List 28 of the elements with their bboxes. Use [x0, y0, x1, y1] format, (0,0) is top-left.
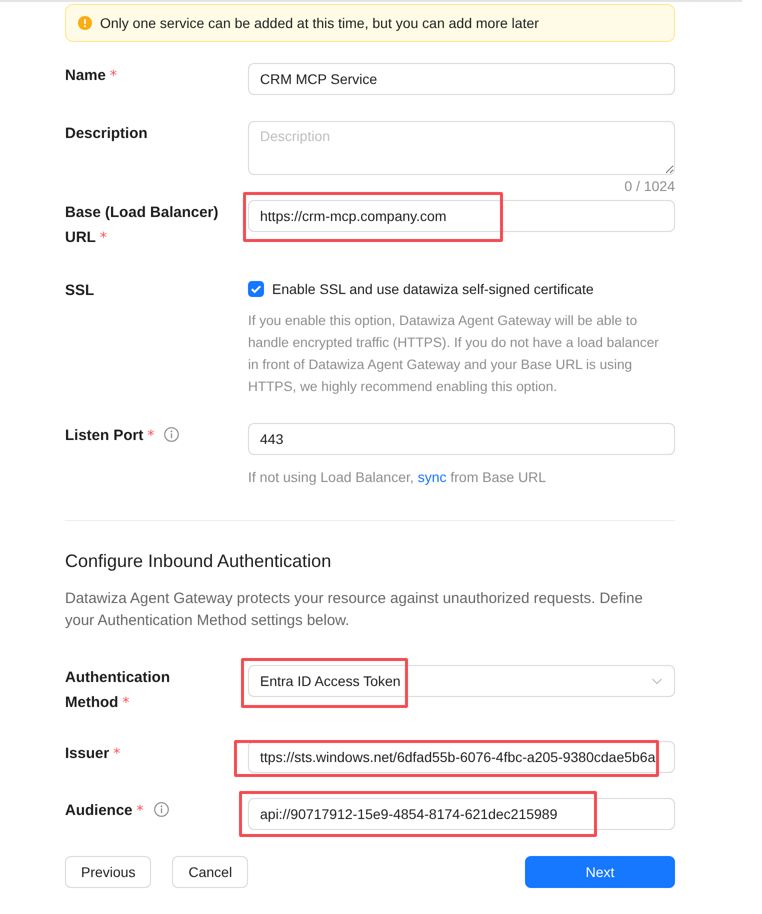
help-text: If not using Load Balancer, sync from Base URL [248, 468, 548, 487]
text-input[interactable]: 443 [248, 423, 675, 455]
text-input[interactable]: ttps://sts.windows.net/6dfad55b-6076-4fbc-a205-9380cdae5b6a [248, 741, 675, 773]
next-button[interactable]: Next [525, 856, 675, 888]
warning-icon [78, 16, 92, 30]
field-label: Listen Port * [65, 427, 154, 444]
text-input[interactable]: CRM MCP Service [248, 63, 675, 95]
text-area[interactable]: Description [248, 121, 675, 175]
checkbox[interactable] [248, 281, 264, 297]
section-description: Datawiza Agent Gateway protects your resource against unauthorized requests. Define your Authentication Method settings below. [65, 589, 644, 631]
sync-link[interactable]: sync [418, 469, 446, 485]
field-label: Audience * [65, 802, 144, 819]
section-heading: Configure Inbound Authentication [65, 550, 332, 573]
text-input[interactable]: https://crm-mcp.company.com [248, 200, 675, 232]
checkbox-label[interactable]: Enable SSL and use datawiza self-signed certificate [272, 278, 594, 300]
field-label: Description [65, 125, 148, 142]
character-counter: 0 / 1024 [623, 177, 675, 196]
field-label: Base (Load Balancer) URL * [65, 204, 218, 246]
help-text: If you enable this option, Datawiza Agent Gateway will be able to handle encrypted traffic (HTTPS). If you do not have a load balancer in front of Datawiza Agent Gateway and your Base URL is using HTTPS, we highly recommend enabling this option. [248, 312, 660, 396]
field-label: Authentication Method * [65, 669, 170, 711]
field-label: Name * [65, 67, 117, 84]
field-label: Issuer * [65, 745, 120, 762]
notice-text: Only one service can be added at this time, but you can add more later [100, 14, 539, 33]
text-input[interactable]: api://90717912-15e9-4854-8174-621dec215989 [248, 798, 675, 830]
field-label: SSL [65, 282, 94, 299]
dropdown-select[interactable]: Entra ID Access Token [248, 665, 675, 697]
previous-button[interactable]: Previous [65, 856, 152, 888]
cancel-button[interactable]: Cancel [172, 856, 248, 888]
